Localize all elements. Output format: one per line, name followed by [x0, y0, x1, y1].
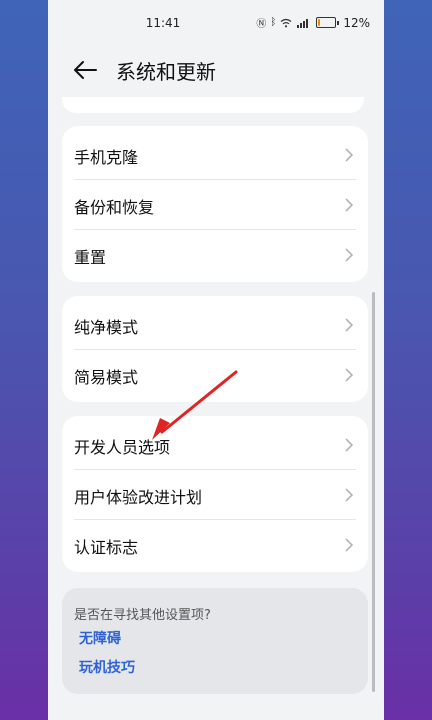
item-label: 认证标志: [74, 538, 139, 557]
user-experience-program-item[interactable]: 用户体验改进计划: [62, 470, 368, 520]
signal-icon: [297, 18, 309, 28]
certification-logos-item[interactable]: 认证标志: [62, 520, 368, 570]
item-label: 重置: [74, 248, 107, 267]
backup-restore-item[interactable]: 备份和恢复: [62, 180, 368, 230]
pure-mode-item[interactable]: 纯净模式: [62, 300, 368, 350]
chevron-right-icon: [345, 438, 354, 452]
header: 系统和更新: [48, 48, 384, 92]
status-time: 11:41: [145, 16, 181, 30]
chevron-right-icon: [345, 248, 354, 262]
item-label: 用户体验改进计划: [74, 488, 203, 507]
wifi-icon: [280, 18, 292, 27]
suggestions-card: 是否在寻找其他设置项? 无障碍 玩机技巧: [62, 588, 368, 694]
reset-item[interactable]: 重置: [62, 230, 368, 280]
chevron-right-icon: [345, 148, 354, 162]
item-label: 简易模式: [74, 368, 139, 387]
status-icons: Ⓝ ᛒ 12%: [256, 15, 370, 31]
status-bar: 11:41 Ⓝ ᛒ 12%: [48, 0, 384, 44]
annotation-arrow: [152, 370, 238, 440]
chevron-right-icon: [345, 538, 354, 552]
chevron-right-icon: [345, 318, 354, 332]
battery-level: [318, 19, 321, 26]
previous-group-card: [62, 97, 364, 113]
chevron-right-icon: [345, 198, 354, 212]
battery-icon: [316, 17, 337, 28]
scrollbar[interactable]: [372, 292, 375, 692]
chevron-right-icon: [345, 368, 354, 382]
battery-tip: [337, 20, 340, 25]
settings-group-1: 手机克隆 备份和恢复 重置: [62, 126, 368, 282]
phone-screen: 11:41 Ⓝ ᛒ 12% 系统和更新 手机克隆 备份和恢复 重置 纯净模式 简…: [48, 0, 384, 720]
phone-clone-item[interactable]: 手机克隆: [62, 130, 368, 180]
suggestions-title: 是否在寻找其他设置项?: [74, 608, 211, 623]
chevron-right-icon: [345, 488, 354, 502]
item-label: 纯净模式: [74, 318, 139, 337]
accessibility-link[interactable]: 无障碍: [79, 628, 121, 648]
battery-percent: 12%: [343, 15, 370, 30]
back-button[interactable]: [70, 56, 100, 84]
nfc-icon: Ⓝ: [256, 19, 267, 30]
item-label: 备份和恢复: [74, 198, 155, 217]
bluetooth-icon: ᛒ: [270, 17, 277, 28]
tips-link[interactable]: 玩机技巧: [79, 657, 135, 677]
arrow-left-icon: [74, 61, 97, 79]
item-label: 手机克隆: [74, 148, 139, 167]
page-title: 系统和更新: [116, 60, 216, 84]
